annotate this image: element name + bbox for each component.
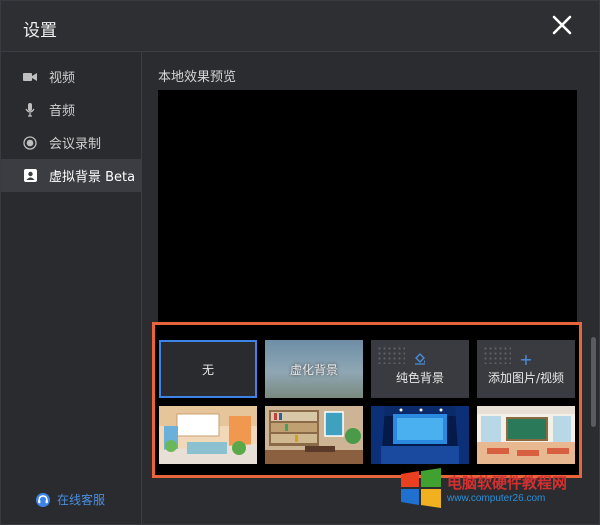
watermark-url: www.computer26.com <box>447 493 546 504</box>
sidebar-item-label: 音频 <box>49 104 76 119</box>
background-options-panel: 无 虚化背景 纯色背景 + 添加图片/视频 <box>152 322 582 478</box>
tile-label: 纯色背景 <box>395 371 444 385</box>
paint-bucket-icon <box>415 353 425 365</box>
close-icon[interactable] <box>551 14 573 36</box>
background-none-button[interactable]: 无 <box>159 340 257 398</box>
microphone-icon <box>23 102 37 117</box>
title-bar: 设置 <box>1 1 599 52</box>
background-blur-button[interactable]: 虚化背景 <box>265 340 363 398</box>
sidebar-item-video[interactable]: 视频 <box>1 60 141 93</box>
video-camera-icon <box>23 70 37 84</box>
sidebar-item-label: 视频 <box>49 71 76 86</box>
headset-icon <box>36 492 50 507</box>
background-image-classroom[interactable] <box>477 406 575 464</box>
scrollbar[interactable] <box>591 337 596 427</box>
watermark-text: 电脑软硬件教程网 <box>447 475 568 492</box>
settings-window: 设置 视频 音频 会议录制 虚拟背景 Beta 在线客服 本地效果预览 无 虚化… <box>0 0 600 525</box>
background-image-stage[interactable] <box>371 406 469 464</box>
watermark: 电脑软硬件教程网 www.computer26.com <box>399 468 567 508</box>
portrait-icon <box>23 169 37 183</box>
preview-label: 本地效果预览 <box>158 70 237 85</box>
windows-logo-icon <box>401 468 441 508</box>
background-solid-color-button[interactable]: 纯色背景 <box>371 340 469 398</box>
online-support-label: 在线客服 <box>57 493 106 507</box>
background-image-bedroom[interactable] <box>159 406 257 464</box>
sidebar-item-audio[interactable]: 音频 <box>1 93 141 126</box>
add-image-video-button[interactable]: + 添加图片/视频 <box>477 340 575 398</box>
sidebar-item-label: 虚拟背景 Beta <box>49 170 136 185</box>
plus-icon: + <box>519 349 533 369</box>
background-image-bookshelf[interactable] <box>265 406 363 464</box>
dots-decoration <box>377 346 405 364</box>
online-support-link[interactable]: 在线客服 <box>35 491 105 508</box>
local-preview <box>158 90 577 324</box>
sidebar-item-label: 会议录制 <box>49 137 102 152</box>
record-icon <box>23 135 37 150</box>
tile-label: 无 <box>201 362 214 377</box>
tile-label: 虚化背景 <box>289 362 338 377</box>
sidebar-item-virtual-background[interactable]: 虚拟背景 Beta <box>1 159 141 192</box>
dots-decoration <box>483 346 511 364</box>
tile-label: 添加图片/视频 <box>487 370 565 385</box>
main-content: 本地效果预览 无 虚化背景 纯色背景 + 添加图片/视频 <box>142 52 599 524</box>
sidebar: 视频 音频 会议录制 虚拟背景 Beta 在线客服 <box>1 52 142 524</box>
window-title: 设置 <box>23 21 57 41</box>
sidebar-item-recording[interactable]: 会议录制 <box>1 126 141 159</box>
